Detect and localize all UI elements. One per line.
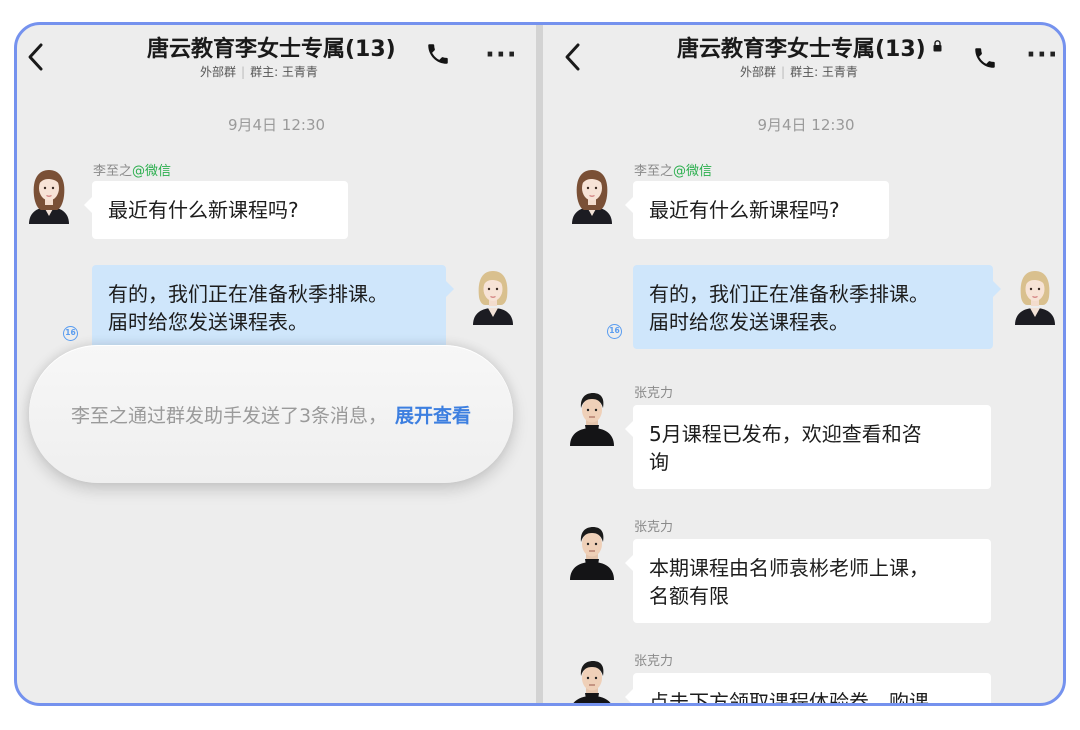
chat-subtitle: 外部群 | 群主: 王青青 xyxy=(200,65,318,79)
avatar[interactable] xyxy=(564,166,620,224)
read-count-badge: 16 xyxy=(63,326,78,341)
phone-icon[interactable] xyxy=(425,41,451,67)
panel-divider xyxy=(536,25,543,703)
group-type: 外部群 xyxy=(740,65,777,79)
group-owner: 群主: 王青青 xyxy=(250,65,318,79)
message-timestamp: 9月4日 12:30 xyxy=(227,116,326,134)
avatar[interactable] xyxy=(21,166,77,224)
message-timestamp: 9月4日 12:30 xyxy=(757,116,855,134)
avatar[interactable] xyxy=(564,522,620,580)
wechat-tag: @微信 xyxy=(132,164,172,179)
avatar[interactable] xyxy=(564,656,620,703)
chat-panel-right: 唐云教育李女士专属(13) 外部群 | 群主: 王青青 ··· 9月4日 12:30… xyxy=(543,25,1063,703)
chat-subtitle: 外部群 | 群主: 王青青 xyxy=(740,65,858,79)
sender-name: 李至之@微信 xyxy=(93,164,172,179)
chat-title: 唐云教育李女士专属(13) xyxy=(677,31,942,63)
lock-icon xyxy=(933,40,942,52)
chevron-left-icon[interactable] xyxy=(23,41,49,73)
broadcast-notice-banner: 李至之通过群发助手发送了3条消息， 展开查看 xyxy=(29,345,513,483)
message-bubble[interactable]: 最近有什么新课程吗? xyxy=(84,181,348,239)
sender-name: 张克力 xyxy=(634,654,674,669)
more-icon[interactable]: ··· xyxy=(1026,42,1059,68)
sender-name: 李至之@微信 xyxy=(634,164,713,179)
message-bubble[interactable]: 点击下方领取课程体验券，购课 xyxy=(625,673,991,703)
chevron-left-icon[interactable] xyxy=(560,41,586,73)
sender-name: 张克力 xyxy=(634,520,674,535)
avatar[interactable] xyxy=(1007,267,1063,325)
sender-name: 张克力 xyxy=(634,386,674,401)
message-bubble[interactable]: 本期课程由名师袁彬老师上课， 名额有限 xyxy=(625,539,991,623)
read-count-badge: 16 xyxy=(607,324,622,339)
navigation-bar: 唐云教育李女士专属(13) 外部群 | 群主: 王青青 ··· xyxy=(17,25,536,95)
chat-title: 唐云教育李女士专属(13) xyxy=(147,37,396,62)
expand-view-link[interactable]: 展开查看 xyxy=(395,401,471,428)
more-icon[interactable]: ··· xyxy=(485,42,518,68)
sent-message-bubble[interactable]: 有的，我们正在准备秋季排课。 届时给您发送课程表。 xyxy=(92,265,454,354)
sent-message-bubble[interactable]: 有的，我们正在准备秋季排课。 届时给您发送课程表。 xyxy=(633,265,1001,349)
chat-panel-left: 唐云教育李女士专属(13) 外部群 | 群主: 王青青 ··· 9月4日 12:30… xyxy=(17,25,536,703)
message-bubble[interactable]: 5月课程已发布，欢迎查看和咨 询 xyxy=(625,405,991,489)
navigation-bar: 唐云教育李女士专属(13) 外部群 | 群主: 王青青 ··· xyxy=(543,25,1063,95)
avatar[interactable] xyxy=(465,267,521,325)
message-bubble[interactable]: 最近有什么新课程吗? xyxy=(625,181,889,239)
avatar[interactable] xyxy=(564,388,620,446)
group-owner: 群主: 王青青 xyxy=(790,65,858,79)
group-type: 外部群 xyxy=(200,65,237,79)
phone-icon[interactable] xyxy=(972,45,998,71)
wechat-tag: @微信 xyxy=(673,164,713,179)
comparison-frame: 唐云教育李女士专属(13) 外部群 | 群主: 王青青 ··· 9月4日 12:30… xyxy=(14,22,1066,706)
broadcast-notice-text: 李至之通过群发助手发送了3条消息， xyxy=(70,404,388,427)
